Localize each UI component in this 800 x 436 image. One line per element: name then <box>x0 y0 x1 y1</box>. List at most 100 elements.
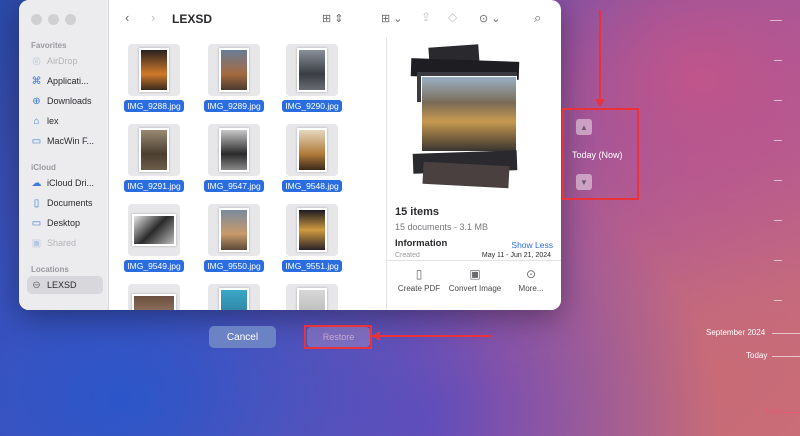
show-less-link[interactable]: Show Less <box>511 240 553 250</box>
photo-thumbnail <box>132 214 176 246</box>
convert-image-icon: ▣ <box>469 267 481 281</box>
timeline-tick <box>770 20 782 21</box>
convert-image-button[interactable]: ▣ Convert Image <box>447 267 503 293</box>
file-thumbnail <box>208 284 260 310</box>
file-thumbnail <box>128 204 180 256</box>
more-actions-button[interactable]: ⊙ More... <box>503 267 559 293</box>
finder-window: Favorites ◎ AirDrop ⌘ Applicati... ⊕ Dow… <box>19 0 561 310</box>
photo-thumbnail <box>132 294 176 310</box>
file-name: IMG_9547.jpg <box>204 180 264 192</box>
action-label: Convert Image <box>448 284 502 293</box>
restore-button[interactable]: Restore <box>307 327 370 347</box>
view-grid-icon[interactable]: ⊞ ⇕ <box>322 12 344 25</box>
applications-icon: ⌘ <box>31 75 42 87</box>
item-summary: 15 documents - 3.1 MB <box>395 222 489 232</box>
share-icon[interactable]: ⇪ <box>421 10 431 24</box>
file-thumbnail <box>208 204 260 256</box>
collage-main-photo <box>421 76 517 152</box>
sidebar-item-label: Shared <box>47 238 77 248</box>
timeline-tick <box>774 260 782 261</box>
file-item[interactable]: IMG_9550.jpg <box>194 204 274 272</box>
current-snapshot-label: Today (Now) <box>572 150 623 160</box>
sidebar-item-lexsd[interactable]: ⊖ LEXSD <box>27 276 103 294</box>
create-pdf-button[interactable]: ▯ Create PDF <box>391 267 447 293</box>
back-icon[interactable]: ‹ <box>125 10 129 25</box>
action-more-icon[interactable]: ⊙ ⌄ <box>479 12 501 25</box>
toolbar: ‹ › LEXSD ⊞ ⇕ ⊞ ⌄ ⇪ ◇ ⊙ ⌄ ⌕ <box>109 0 561 38</box>
timeline-label-september[interactable]: September 2024 <box>706 328 765 337</box>
file-item[interactable] <box>114 284 194 310</box>
sidebar-item-documents[interactable]: ▯ Documents <box>27 194 103 212</box>
cancel-button[interactable]: Cancel <box>209 326 276 348</box>
sidebar-item-applications[interactable]: ⌘ Applicati... <box>27 72 103 90</box>
group-icon[interactable]: ⊞ ⌄ <box>381 12 403 25</box>
sidebar-item-macwin[interactable]: ▭ MacWin F... <box>27 132 103 150</box>
sidebar-section-favorites: Favorites <box>31 41 67 50</box>
file-grid: IMG_9288.jpg IMG_9289.jpg IMG_9290.jpg I… <box>109 38 405 310</box>
file-thumbnail <box>128 124 180 176</box>
earlier-button[interactable]: ▲ <box>576 119 592 135</box>
file-name: IMG_9289.jpg <box>204 100 264 112</box>
forward-icon[interactable]: › <box>151 10 155 25</box>
minimize-window-button[interactable] <box>48 14 59 25</box>
document-icon: ▯ <box>33 197 40 209</box>
timeline-label-now[interactable]: Now <box>765 407 781 416</box>
photo-thumbnail <box>297 288 327 310</box>
sidebar-item-home[interactable]: ⌂ lex <box>27 112 103 130</box>
downloads-icon: ⊕ <box>32 95 41 107</box>
timeline-tick <box>774 220 782 221</box>
file-item[interactable]: IMG_9289.jpg <box>194 44 274 112</box>
sidebar-item-label: lex <box>47 116 59 126</box>
later-button[interactable]: ▼ <box>576 174 592 190</box>
sidebar-item-downloads[interactable]: ⊕ Downloads <box>27 92 103 110</box>
tag-icon[interactable]: ◇ <box>448 10 457 24</box>
desktop-icon: ▭ <box>31 217 42 229</box>
file-item[interactable]: IMG_9291.jpg <box>114 124 194 192</box>
sidebar-item-label: iCloud Dri... <box>47 178 95 188</box>
created-label: Created <box>395 252 420 259</box>
timeline-label-today[interactable]: Today <box>746 351 767 360</box>
timeline-tick <box>774 100 782 101</box>
file-item[interactable]: IMG_9548.jpg <box>272 124 352 192</box>
drive-icon: ⊖ <box>32 279 41 291</box>
close-window-button[interactable] <box>31 14 42 25</box>
sidebar-item-desktop[interactable]: ▭ Desktop <box>27 214 103 232</box>
file-name: IMG_9549.jpg <box>124 260 184 272</box>
photo-thumbnail <box>219 208 249 252</box>
cloud-icon: ☁ <box>31 177 42 189</box>
file-item[interactable]: IMG_9549.jpg <box>114 204 194 272</box>
sidebar-item-label: Downloads <box>47 96 92 106</box>
file-thumbnail <box>208 44 260 96</box>
photo-thumbnail <box>219 288 249 310</box>
sidebar-item-icloud-drive[interactable]: ☁ iCloud Dri... <box>27 174 103 192</box>
annotation-arrow <box>599 10 601 100</box>
file-name: IMG_9288.jpg <box>124 100 184 112</box>
folder-icon: ▭ <box>31 135 42 147</box>
file-item[interactable] <box>194 284 274 310</box>
zoom-window-button[interactable] <box>65 14 76 25</box>
sidebar-item-airdrop[interactable]: ◎ AirDrop <box>27 52 103 70</box>
information-heading: Information <box>395 238 448 249</box>
item-count: 15 items <box>395 206 440 218</box>
file-item[interactable]: IMG_9290.jpg <box>272 44 352 112</box>
arrowhead-icon <box>595 99 605 107</box>
file-item[interactable]: IMG_9551.jpg <box>272 204 352 272</box>
file-thumbnail <box>128 284 180 310</box>
created-value: May 11 - Jun 21, 2024 <box>481 252 551 259</box>
file-item[interactable]: IMG_9288.jpg <box>114 44 194 112</box>
sidebar-section-locations: Locations <box>31 265 69 274</box>
sidebar-section-icloud: iCloud <box>31 163 56 172</box>
sidebar: Favorites ◎ AirDrop ⌘ Applicati... ⊕ Dow… <box>19 0 109 310</box>
action-label: Create PDF <box>397 284 441 293</box>
photo-thumbnail <box>219 48 249 92</box>
file-item[interactable]: IMG_9547.jpg <box>194 124 274 192</box>
file-item[interactable] <box>272 284 352 310</box>
file-name: IMG_9290.jpg <box>282 100 342 112</box>
sidebar-item-label: MacWin F... <box>47 136 95 146</box>
sidebar-item-label: Desktop <box>47 218 81 228</box>
preview-collage <box>409 44 524 189</box>
pdf-icon: ▯ <box>415 267 423 281</box>
sidebar-item-shared[interactable]: ▣ Shared <box>27 234 103 252</box>
search-icon[interactable]: ⌕ <box>534 10 541 26</box>
collage-photo <box>422 161 510 189</box>
